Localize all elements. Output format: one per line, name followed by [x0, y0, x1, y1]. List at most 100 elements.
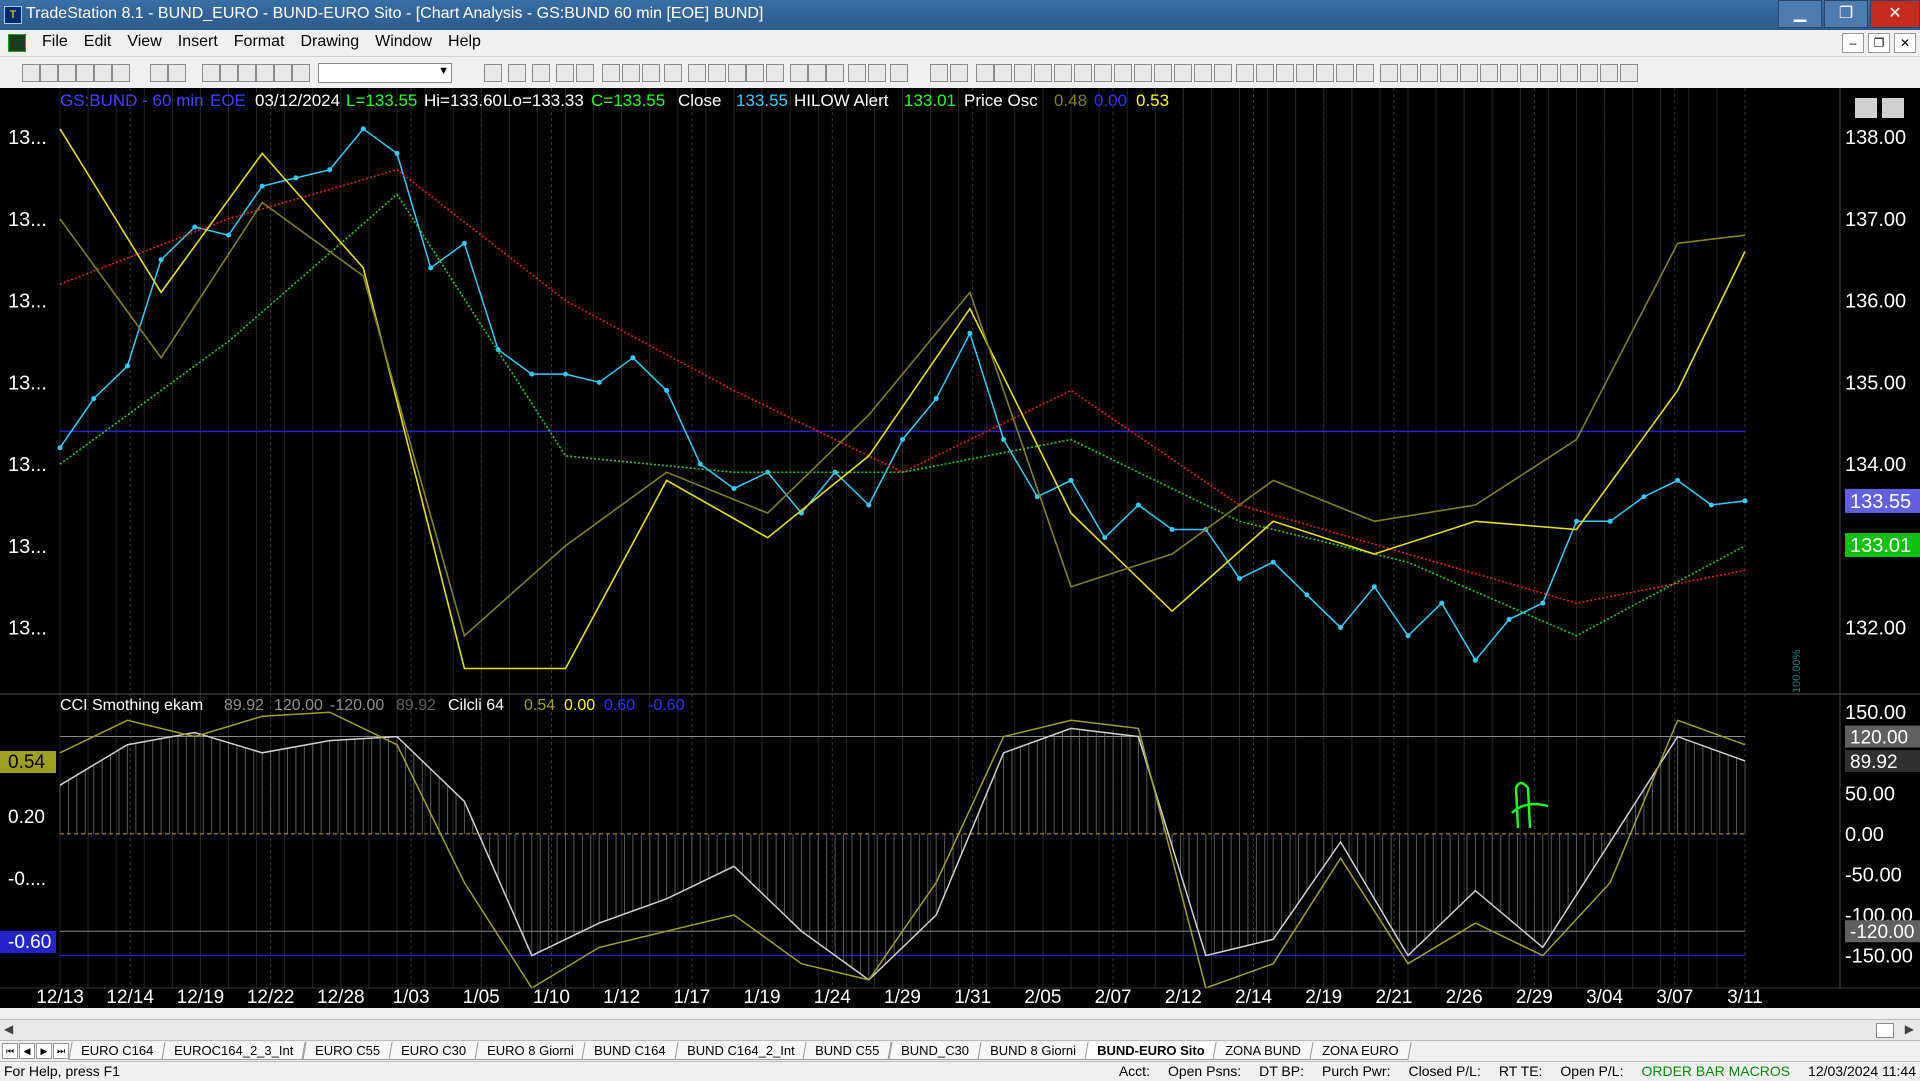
next-tab-icon[interactable]: ▶ [36, 1043, 52, 1059]
chart-area[interactable]: 12/13 12/14 12/19 12/22 12/28 1/03 1/05 1/10 1/1… [0, 88, 1920, 1008]
toolbar-tool-4-icon[interactable] [76, 64, 94, 82]
toolbar-tool-62-icon[interactable] [1480, 64, 1498, 82]
prev-tab-icon[interactable]: ◀ [19, 1043, 35, 1059]
toolbar-tool-14-icon[interactable] [292, 64, 310, 82]
close-button[interactable]: ✕ [1870, 0, 1920, 28]
chart-window-icon[interactable] [8, 34, 26, 52]
toolbar-tool-17-icon[interactable] [532, 64, 550, 82]
toolbar-tool-36-icon[interactable] [950, 64, 968, 82]
mdi-minimize-button[interactable]: – [1842, 33, 1864, 53]
horizontal-scrollbar[interactable]: ◀ ▶ [0, 1019, 1920, 1040]
toolbar-tool-29-icon[interactable] [790, 64, 808, 82]
toolbar-tool-43-icon[interactable] [1094, 64, 1112, 82]
toolbar-tool-56-icon[interactable] [1356, 64, 1374, 82]
toolbar-tool-25-icon[interactable] [708, 64, 726, 82]
toolbar-tool-38-icon[interactable] [994, 64, 1012, 82]
menu-format[interactable]: Format [226, 33, 293, 51]
menu-view[interactable]: View [119, 33, 169, 51]
toolbar-tool-57-icon[interactable] [1380, 64, 1398, 82]
toolbar-tool-51-icon[interactable] [1256, 64, 1274, 82]
toolbar-tool-46-icon[interactable] [1154, 64, 1172, 82]
tab-bund-c55[interactable]: BUND C55 [802, 1042, 893, 1060]
toolbar-tool-22-icon[interactable] [642, 64, 660, 82]
tab-euro-c164[interactable]: EURO C164 [68, 1042, 166, 1060]
toolbar-tool-8-icon[interactable] [168, 64, 186, 82]
scroll-thumb[interactable] [1876, 1023, 1894, 1038]
toolbar-tool-50-icon[interactable] [1236, 64, 1254, 82]
toolbar-tool-5-icon[interactable] [94, 64, 112, 82]
menu-window[interactable]: Window [367, 33, 440, 51]
tab-bund-c164-2-int[interactable]: BUND C164_2_Int [674, 1042, 808, 1060]
menu-drawing[interactable]: Drawing [292, 33, 367, 51]
tab-zona-bund[interactable]: ZONA BUND [1212, 1042, 1314, 1060]
menu-help[interactable]: Help [440, 33, 489, 51]
toolbar-tool-49-icon[interactable] [1214, 64, 1232, 82]
toolbar-tool-32-icon[interactable] [848, 64, 866, 82]
toolbar-tool-48-icon[interactable] [1194, 64, 1212, 82]
tab-zona-euro[interactable]: ZONA EURO [1309, 1042, 1412, 1060]
toolbar-tool-58-icon[interactable] [1400, 64, 1418, 82]
menu-file[interactable]: File [34, 33, 76, 51]
toolbar-tool-60-icon[interactable] [1440, 64, 1458, 82]
toolbar-tool-6-icon[interactable] [112, 64, 130, 82]
tab-euro-c30[interactable]: EURO C30 [387, 1042, 479, 1060]
toolbar-tool-21-icon[interactable] [622, 64, 640, 82]
scroll-right-icon[interactable]: ▶ [1905, 1022, 1914, 1036]
tab-euroc164-2-3-int[interactable]: EUROC164_2_3_Int [161, 1042, 307, 1060]
toolbar-tool-12-icon[interactable] [256, 64, 274, 82]
toolbar-tool-7-icon[interactable] [150, 64, 168, 82]
minimize-button[interactable]: ▁ [1778, 0, 1822, 28]
toolbar-tool-41-icon[interactable] [1054, 64, 1072, 82]
tab-bund-c164[interactable]: BUND C164 [581, 1042, 679, 1060]
tab-euro-c55[interactable]: EURO C55 [301, 1042, 393, 1060]
mdi-restore-button[interactable]: ❐ [1868, 33, 1890, 53]
toolbar-tool-44-icon[interactable] [1114, 64, 1132, 82]
toolbar-tool-34-icon[interactable] [890, 64, 908, 82]
tab-bund-c30[interactable]: BUND_C30 [888, 1042, 982, 1060]
toolbar-tool-42-icon[interactable] [1074, 64, 1092, 82]
toolbar-tool-54-icon[interactable] [1316, 64, 1334, 82]
toolbar-tool-64-icon[interactable] [1520, 64, 1538, 82]
toolbar-tool-26-icon[interactable] [728, 64, 746, 82]
toolbar-tool-53-icon[interactable] [1296, 64, 1314, 82]
toolbar-tool-47-icon[interactable] [1174, 64, 1192, 82]
tab-bund-euro-sito[interactable]: BUND-EURO Sito [1084, 1042, 1217, 1060]
last-tab-icon[interactable]: ⏭ [53, 1043, 69, 1059]
chart-svg[interactable]: 12/13 12/14 12/19 12/22 12/28 1/03 1/05 1/10 1/1… [0, 88, 1920, 1008]
toolbar-tool-31-icon[interactable] [826, 64, 844, 82]
toolbar-tool-35-icon[interactable] [930, 64, 948, 82]
toolbar-tool-40-icon[interactable] [1034, 64, 1052, 82]
toolbar-tool-1-icon[interactable] [22, 64, 40, 82]
mdi-close-button[interactable]: ✕ [1894, 33, 1916, 53]
toolbar-tool-68-icon[interactable] [1600, 64, 1618, 82]
toolbar-tool-23-icon[interactable] [664, 64, 682, 82]
toolbar-tool-59-icon[interactable] [1420, 64, 1438, 82]
toolbar-tool-16-icon[interactable] [508, 64, 526, 82]
toolbar-tool-13-icon[interactable] [274, 64, 292, 82]
tab-bund-8-giorni[interactable]: BUND 8 Giorni [977, 1042, 1089, 1060]
toolbar-tool-52-icon[interactable] [1276, 64, 1294, 82]
tab-euro-8-giorni[interactable]: EURO 8 Giorni [473, 1042, 586, 1060]
toolbar-tool-15-icon[interactable] [484, 64, 502, 82]
toolbar-tool-37-icon[interactable] [976, 64, 994, 82]
toolbar-tool-65-icon[interactable] [1540, 64, 1558, 82]
toolbar-tool-67-icon[interactable] [1580, 64, 1598, 82]
toolbar-tool-27-icon[interactable] [746, 64, 764, 82]
toolbar-tool-30-icon[interactable] [808, 64, 826, 82]
toolbar-tool-66-icon[interactable] [1560, 64, 1578, 82]
first-tab-icon[interactable]: ⏮ [2, 1043, 18, 1059]
toolbar-tool-20-icon[interactable] [602, 64, 620, 82]
toolbar-tool-39-icon[interactable] [1014, 64, 1032, 82]
toolbar-tool-63-icon[interactable] [1500, 64, 1518, 82]
toolbar-tool-10-icon[interactable] [220, 64, 238, 82]
toolbar-tool-55-icon[interactable] [1336, 64, 1354, 82]
scroll-left-icon[interactable]: ◀ [4, 1022, 13, 1036]
toolbar-tool-18-icon[interactable] [556, 64, 574, 82]
toolbar-tool-3-icon[interactable] [58, 64, 76, 82]
toolbar-tool-2-icon[interactable] [40, 64, 58, 82]
toolbar-tool-33-icon[interactable] [868, 64, 886, 82]
toolbar-tool-28-icon[interactable] [766, 64, 784, 82]
toolbar-tool-24-icon[interactable] [688, 64, 706, 82]
toolbar-tool-45-icon[interactable] [1134, 64, 1152, 82]
symbol-combo[interactable]: ▼ [318, 63, 452, 83]
